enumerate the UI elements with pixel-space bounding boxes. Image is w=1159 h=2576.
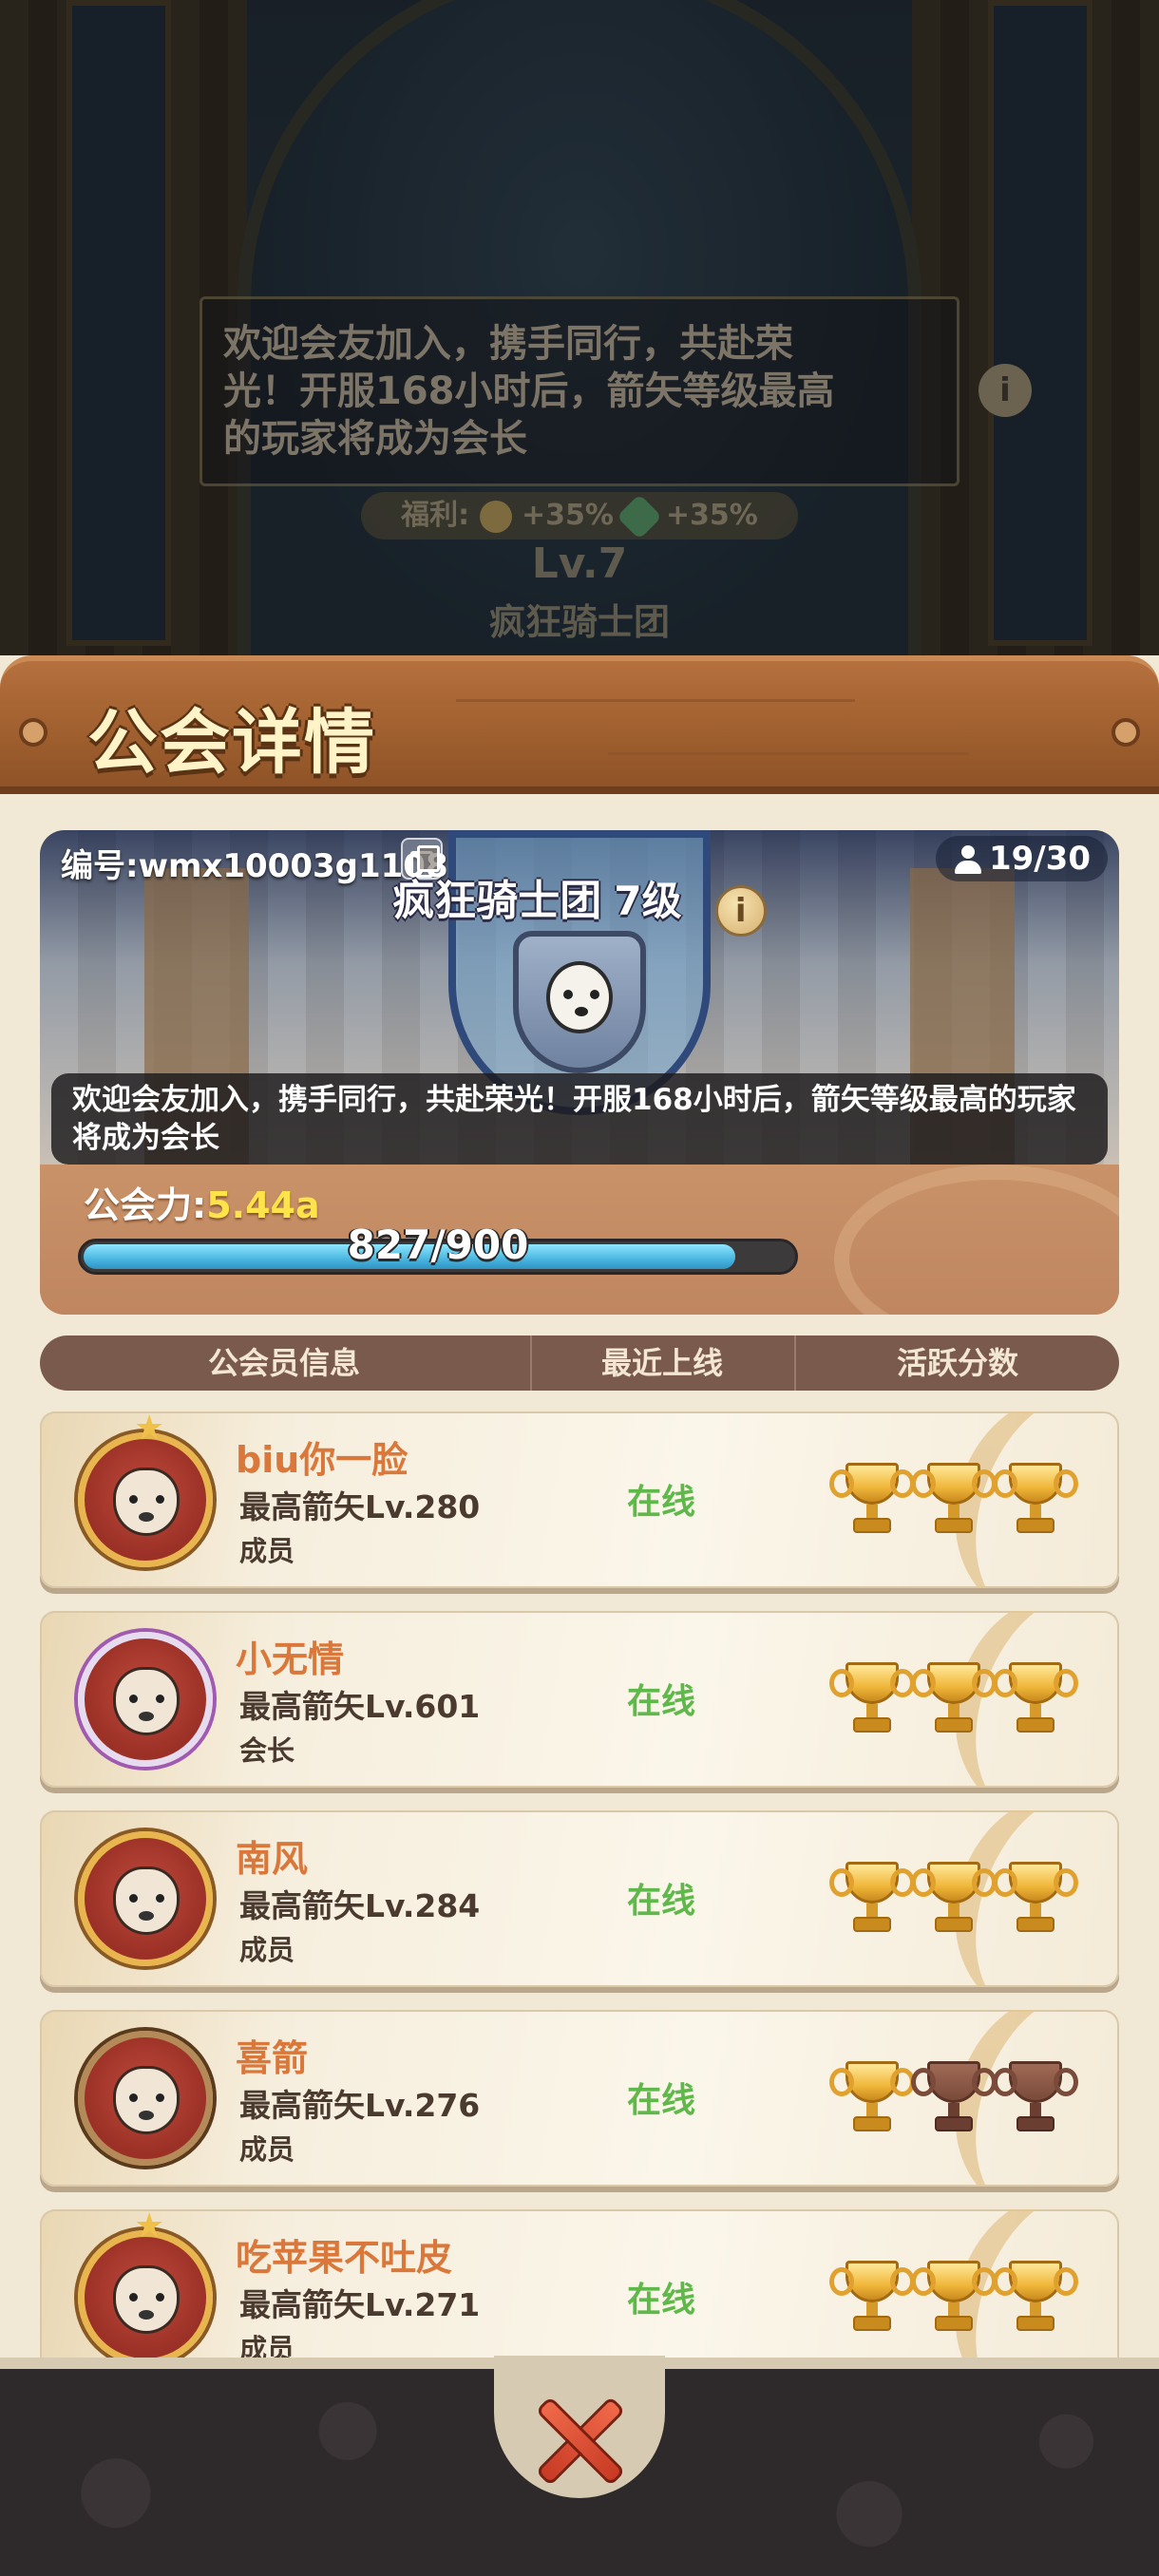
trophy-icon bbox=[911, 1862, 997, 1936]
trophy-icon bbox=[993, 1662, 1078, 1736]
member-online-status: 在线 bbox=[626, 1483, 695, 1522]
member-max-arrow-level: 最高箭矢Lv.280 bbox=[239, 1488, 481, 1525]
guild-power-label: 公会力: bbox=[84, 1184, 207, 1226]
column-last-online: 最近上线 bbox=[530, 1335, 792, 1391]
panel-header: 公会详情 bbox=[0, 655, 1159, 794]
sheep-face-icon bbox=[546, 961, 613, 1033]
tiger-face-icon bbox=[113, 1468, 180, 1536]
member-row[interactable]: 喜箭 最高箭矢Lv.276 成员 在线 bbox=[40, 2010, 1119, 2187]
background-info-icon: i bbox=[978, 364, 1032, 417]
background-welfare-label: 福利: bbox=[401, 499, 470, 532]
member-max-arrow-level: 最高箭矢Lv.601 bbox=[239, 1688, 481, 1725]
trophy-icon bbox=[829, 1463, 915, 1537]
member-row[interactable]: ★ 吃苹果不吐皮 最高箭矢Lv.271 成员 在线 bbox=[40, 2209, 1119, 2361]
member-role: 成员 bbox=[239, 2133, 295, 2166]
wood-grain bbox=[608, 752, 969, 755]
guild-exp-progress-text: 827/900 bbox=[347, 1222, 529, 1268]
member-role: 会长 bbox=[239, 1734, 295, 1767]
member-name: biu你一脸 bbox=[236, 1439, 408, 1481]
background-welfare-bonus-2: +35% bbox=[665, 499, 758, 532]
wood-grain bbox=[456, 699, 855, 702]
member-name: 吃苹果不吐皮 bbox=[236, 2237, 453, 2279]
polar-bear-face-icon bbox=[113, 2265, 180, 2334]
guild-power: 公会力:5.44a bbox=[84, 1176, 320, 1228]
member-row[interactable]: 小无情 最高箭矢Lv.601 会长 在线 bbox=[40, 1611, 1119, 1788]
member-name: 小无情 bbox=[236, 1638, 345, 1680]
decorative-wave bbox=[834, 1165, 1119, 1315]
activity-trophies bbox=[829, 1662, 1094, 1738]
trophy-icon bbox=[829, 2261, 915, 2335]
activity-trophies bbox=[829, 1862, 1094, 1938]
monkey-face-icon bbox=[113, 1866, 180, 1935]
guild-details-panel: 公会详情 编号:wmx10003g1108 19/30 疯狂骑士团 7级 i 欢… bbox=[0, 655, 1159, 2576]
avatar[interactable] bbox=[78, 2031, 213, 2166]
column-activity-score: 活跃分数 bbox=[794, 1335, 1119, 1391]
member-online-status: 在线 bbox=[626, 1882, 695, 1921]
member-max-arrow-level: 最高箭矢Lv.284 bbox=[239, 1887, 481, 1924]
trophy-icon bbox=[911, 2261, 997, 2335]
nail-icon bbox=[1112, 718, 1140, 747]
avatar[interactable] bbox=[78, 1632, 213, 1767]
trophy-icon bbox=[829, 1662, 915, 1736]
trophy-icon bbox=[829, 2061, 915, 2135]
guild-level: 7级 bbox=[614, 878, 682, 924]
close-button[interactable] bbox=[532, 2394, 627, 2489]
member-role: 成员 bbox=[239, 2333, 295, 2361]
background-level: Lv.7 bbox=[531, 540, 628, 588]
background-guild-name: 疯狂骑士团 bbox=[488, 601, 670, 643]
member-max-arrow-level: 最高箭矢Lv.276 bbox=[239, 2087, 481, 2124]
nail-icon bbox=[19, 718, 48, 747]
trophy-empty-icon bbox=[993, 2061, 1078, 2135]
trophy-icon bbox=[829, 1862, 915, 1936]
background-motto: 欢迎会友加入，携手同行，共赴荣光！开服168小时后，箭矢等级最高的玩家将成为会长 bbox=[200, 296, 960, 486]
member-role: 成员 bbox=[239, 1535, 295, 1567]
guild-card: 编号:wmx10003g1108 19/30 疯狂骑士团 7级 i 欢迎会友加入… bbox=[40, 830, 1119, 1315]
member-row[interactable]: 南风 最高箭矢Lv.284 成员 在线 bbox=[40, 1810, 1119, 1987]
activity-trophies bbox=[829, 2261, 1094, 2337]
info-icon[interactable]: i bbox=[714, 884, 767, 937]
member-role: 成员 bbox=[239, 1934, 295, 1966]
avatar[interactable] bbox=[78, 1831, 213, 1966]
member-online-status: 在线 bbox=[626, 2281, 695, 2320]
monkey-face-icon bbox=[113, 1667, 180, 1735]
gold-gem-icon bbox=[479, 500, 512, 533]
column-member-info: 公会员信息 bbox=[207, 1345, 360, 1381]
trophy-icon bbox=[911, 1662, 997, 1736]
trophy-icon bbox=[911, 1463, 997, 1537]
member-max-arrow-level: 最高箭矢Lv.271 bbox=[239, 2286, 481, 2323]
activity-trophies bbox=[829, 1463, 1094, 1539]
guild-motto: 欢迎会友加入，携手同行，共赴荣光！开服168小时后，箭矢等级最高的玩家将成为会长 bbox=[51, 1073, 1108, 1165]
member-list[interactable]: ★ biu你一脸 最高箭矢Lv.280 成员 在线 小无情 最高箭矢Lv.601… bbox=[40, 1411, 1119, 2361]
trophy-icon bbox=[993, 2261, 1078, 2335]
green-gem-icon bbox=[617, 493, 663, 540]
member-table-header: 公会员信息 最近上线 活跃分数 bbox=[40, 1335, 1119, 1391]
trophy-empty-icon bbox=[911, 2061, 997, 2135]
polar-bear-face-icon bbox=[113, 2066, 180, 2134]
star-icon: ★ bbox=[134, 2209, 165, 2245]
member-online-status: 在线 bbox=[626, 1682, 695, 1721]
panel-title: 公会详情 bbox=[87, 702, 376, 784]
guild-power-value: 5.44a bbox=[206, 1184, 320, 1226]
member-online-status: 在线 bbox=[626, 2081, 695, 2120]
trophy-icon bbox=[993, 1862, 1078, 1936]
star-icon: ★ bbox=[134, 1411, 165, 1448]
activity-trophies bbox=[829, 2061, 1094, 2137]
guild-name: 疯狂骑士团 bbox=[392, 877, 602, 925]
trophy-icon bbox=[993, 1463, 1078, 1537]
avatar[interactable]: ★ bbox=[78, 2209, 213, 2361]
avatar[interactable]: ★ bbox=[78, 1411, 213, 1567]
member-name: 南风 bbox=[236, 1838, 309, 1880]
member-name: 喜箭 bbox=[236, 2037, 309, 2079]
background-welfare-bonus-1: +35% bbox=[522, 499, 614, 532]
guild-emblem bbox=[504, 921, 656, 1083]
member-row[interactable]: ★ biu你一脸 最高箭矢Lv.280 成员 在线 bbox=[40, 1411, 1119, 1588]
background-welfare: 福利: +35% +35% bbox=[361, 492, 798, 540]
